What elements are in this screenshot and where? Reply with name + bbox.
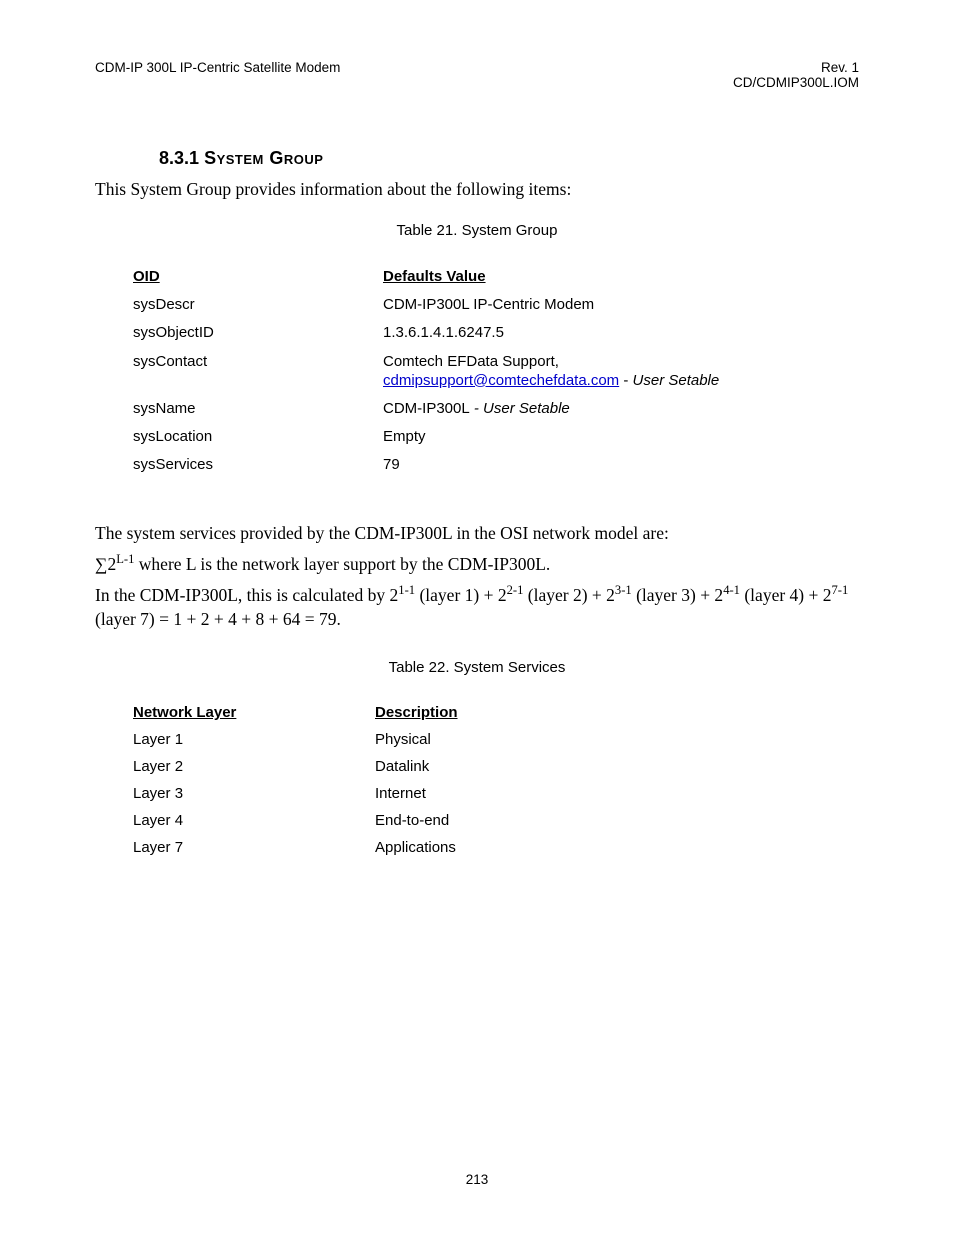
desc-cell: Internet [375, 785, 859, 802]
formula-exp: L-1 [116, 552, 134, 566]
contact-prefix: Comtech EFData Support, [383, 353, 559, 370]
section-title: System Group [204, 148, 323, 168]
contact-sep: - [619, 372, 632, 389]
body-p1: The system services provided by the CDM-… [95, 521, 859, 545]
contact-suffix: User Setable [633, 372, 720, 389]
table-row: sysDescr CDM-IP300L IP-Centric Modem [133, 295, 839, 314]
table-row: Layer 1 Physical [133, 731, 859, 748]
table-row: Layer 3 Internet [133, 785, 859, 802]
table22: Network Layer Description Layer 1 Physic… [133, 704, 859, 856]
calc-line: In the CDM-IP300L, this is calculated by… [95, 582, 859, 631]
calc-c: (layer 2) + 2 [523, 584, 615, 604]
layer-cell: Layer 7 [133, 839, 375, 856]
table22-head-layer: Network Layer [133, 704, 375, 721]
header-doc-id: CD/CDMIP300L.IOM [733, 75, 859, 90]
val-cell: 1.3.6.1.4.1.6247.5 [383, 323, 839, 342]
formula-tail: where L is the network layer support by … [134, 553, 550, 573]
desc-cell: Datalink [375, 758, 859, 775]
formula-line: ∑2L-1 where L is the network layer suppo… [95, 551, 859, 576]
val-cell: Comtech EFData Support, cdmipsupport@com… [383, 352, 839, 390]
sigma: ∑2 [95, 553, 116, 573]
calc-e3: 3-1 [615, 583, 632, 597]
table-row: sysContact Comtech EFData Support, cdmip… [133, 352, 839, 390]
table-row: sysName CDM-IP300L - User Setable [133, 399, 839, 418]
val-cell: 79 [383, 455, 839, 474]
table21-head-oid: OID [133, 267, 383, 286]
section-number: 8.3.1 [159, 148, 199, 168]
table-row: Layer 7 Applications [133, 839, 859, 856]
calc-e: (layer 4) + 2 [740, 584, 832, 604]
oid-cell: sysDescr [133, 295, 383, 314]
table-row: sysLocation Empty [133, 427, 839, 446]
val-cell: CDM-IP300L - User Setable [383, 399, 839, 418]
header-left: CDM-IP 300L IP-Centric Satellite Modem [95, 60, 340, 90]
table21-header-row: OID Defaults Value [133, 267, 839, 286]
table21-caption: Table 21. System Group [95, 222, 859, 239]
desc-cell: Physical [375, 731, 859, 748]
sysname-sep: - [470, 400, 483, 417]
calc-e4: 4-1 [723, 583, 740, 597]
table21: OID Defaults Value sysDescr CDM-IP300L I… [133, 267, 839, 475]
layer-cell: Layer 1 [133, 731, 375, 748]
calc-f: (layer 7) = 1 + 2 + 4 + 8 + 64 = 79. [95, 609, 341, 629]
table22-header-row: Network Layer Description [133, 704, 859, 721]
section-heading: 8.3.1 System Group [159, 148, 859, 169]
calc-e5: 7-1 [831, 583, 848, 597]
table-row: sysObjectID 1.3.6.1.4.1.6247.5 [133, 323, 839, 342]
oid-cell: sysContact [133, 352, 383, 390]
desc-cell: Applications [375, 839, 859, 856]
page-header: CDM-IP 300L IP-Centric Satellite Modem R… [95, 60, 859, 90]
desc-cell: End-to-end [375, 812, 859, 829]
val-cell: Empty [383, 427, 839, 446]
header-right: Rev. 1 CD/CDMIP300L.IOM [733, 60, 859, 90]
table22-caption: Table 22. System Services [95, 659, 859, 676]
table22-head-desc: Description [375, 704, 859, 721]
layer-cell: Layer 3 [133, 785, 375, 802]
val-cell: CDM-IP300L IP-Centric Modem [383, 295, 839, 314]
oid-cell: sysName [133, 399, 383, 418]
header-rev: Rev. 1 [733, 60, 859, 75]
page-number: 213 [0, 1172, 954, 1187]
section-intro: This System Group provides information a… [95, 179, 859, 200]
sysname-suffix: User Setable [483, 400, 570, 417]
calc-a: In the CDM-IP300L, this is calculated by… [95, 584, 398, 604]
layer-cell: Layer 2 [133, 758, 375, 775]
calc-e1: 1-1 [398, 583, 415, 597]
table21-head-val: Defaults Value [383, 267, 839, 286]
calc-e2: 2-1 [507, 583, 524, 597]
oid-cell: sysServices [133, 455, 383, 474]
contact-email-link[interactable]: cdmipsupport@comtechefdata.com [383, 372, 619, 389]
table-row: Layer 2 Datalink [133, 758, 859, 775]
calc-b: (layer 1) + 2 [415, 584, 507, 604]
oid-cell: sysObjectID [133, 323, 383, 342]
oid-cell: sysLocation [133, 427, 383, 446]
calc-d: (layer 3) + 2 [632, 584, 724, 604]
layer-cell: Layer 4 [133, 812, 375, 829]
table-row: Layer 4 End-to-end [133, 812, 859, 829]
sysname-prefix: CDM-IP300L [383, 400, 470, 417]
table-row: sysServices 79 [133, 455, 839, 474]
